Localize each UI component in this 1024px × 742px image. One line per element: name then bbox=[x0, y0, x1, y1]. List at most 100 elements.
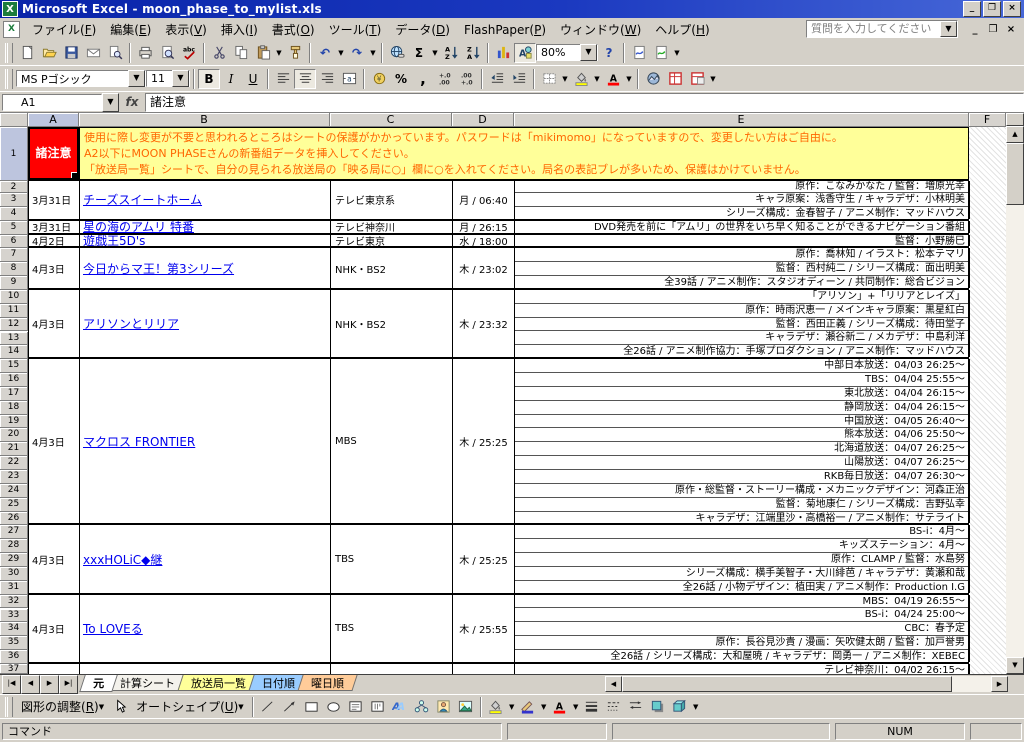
row-header-2[interactable]: 2 bbox=[0, 181, 28, 193]
cell-detail-row-34[interactable]: CBC：春予定 bbox=[515, 622, 968, 636]
row-header-24[interactable]: 24 bbox=[0, 484, 28, 498]
borders-dropdown-icon[interactable]: ▼ bbox=[560, 69, 570, 89]
cell-detail-row-13[interactable]: キャラデザ：瀬谷新二 / メカデザ：中島利洋 bbox=[515, 331, 968, 345]
currency-button[interactable]: ¥ bbox=[368, 69, 390, 89]
3d-style-button[interactable] bbox=[669, 697, 691, 717]
vertical-text-box-button[interactable] bbox=[367, 697, 389, 717]
draw-menu-button[interactable]: 図形の調整(R) ▼ bbox=[16, 697, 109, 717]
undo-button[interactable]: ↶ bbox=[314, 43, 336, 63]
cell-detail-row-28[interactable]: キッズステーション：4月～ bbox=[515, 539, 968, 553]
comma-button[interactable]: , bbox=[412, 69, 434, 89]
arrow-button[interactable] bbox=[279, 697, 301, 717]
toolbar-options-icon[interactable]: ▼ bbox=[691, 697, 701, 717]
open-button[interactable] bbox=[38, 43, 60, 63]
column-header-F[interactable]: F bbox=[969, 113, 1006, 127]
font-color-dropdown-icon[interactable]: ▼ bbox=[571, 697, 581, 717]
align-right-button[interactable] bbox=[316, 69, 338, 89]
fill-color-dropdown-icon[interactable]: ▼ bbox=[507, 697, 517, 717]
program-title-link[interactable]: アリソンとリリア bbox=[80, 315, 179, 332]
row-header-12[interactable]: 12 bbox=[0, 318, 28, 332]
cell-detail-row-9[interactable]: 全39話 / アニメ制作：スタジオディーン / 共同制作：総合ビジョン bbox=[515, 276, 968, 288]
cell-program-title[interactable]: xxxHOLiC◆継 bbox=[80, 525, 331, 592]
cell-detail-row-4[interactable]: シリーズ構成：金春智子 / アニメ制作：マッドハウス bbox=[515, 207, 968, 219]
row-header-33[interactable]: 33 bbox=[0, 609, 28, 623]
select-all-corner[interactable] bbox=[0, 113, 28, 127]
toolbar-grip[interactable] bbox=[5, 43, 13, 63]
cell-detail-row-2[interactable]: 原作：こなみかなた / 監督：増原光幸 bbox=[515, 181, 968, 193]
arrow-style-button[interactable] bbox=[625, 697, 647, 717]
program-title-link[interactable]: 今日からマ王！第3シリーズ bbox=[80, 260, 234, 277]
zoom-combo-dropdown-icon[interactable]: ▼ bbox=[580, 44, 597, 61]
drawing-button[interactable]: A bbox=[514, 43, 536, 63]
autosum-button[interactable]: Σ bbox=[408, 43, 430, 63]
merge-center-button[interactable]: a bbox=[338, 69, 360, 89]
cell-start-date[interactable]: 4月3日 bbox=[29, 359, 80, 523]
autosum-dropdown-icon[interactable]: ▼ bbox=[430, 43, 440, 63]
select-pointer-button[interactable] bbox=[109, 697, 131, 717]
program-title-link[interactable]: To LOVEる bbox=[80, 620, 143, 637]
cell-channel[interactable]: NHK・BS2 bbox=[331, 248, 453, 288]
oval-button[interactable] bbox=[323, 697, 345, 717]
cell-start-date[interactable]: 4月2日 bbox=[29, 235, 80, 247]
line-color-dropdown-icon[interactable]: ▼ bbox=[539, 697, 549, 717]
cell-detail-row-10[interactable]: 「アリソン」+「リリアとレイズ」 bbox=[515, 290, 968, 304]
insert-diagram-button[interactable] bbox=[411, 697, 433, 717]
decrease-indent-button[interactable] bbox=[486, 69, 508, 89]
percent-button[interactable]: % bbox=[390, 69, 412, 89]
cell-detail-row-30[interactable]: シリーズ構成：横手美智子・大川緋芭 / キャラデザ：黄瀬和哉 bbox=[515, 567, 968, 581]
row-header-27[interactable]: 27 bbox=[0, 525, 28, 539]
row-header-23[interactable]: 23 bbox=[0, 470, 28, 484]
cell-start-date[interactable]: 4月3日 bbox=[29, 248, 80, 288]
fill-color-dropdown-icon[interactable]: ▼ bbox=[592, 69, 602, 89]
cell-day-time[interactable]: 木 / 23:02 bbox=[453, 248, 515, 288]
fill-handle[interactable] bbox=[71, 172, 78, 179]
cell-detail-row-35[interactable]: 原作：長谷見沙貴 / 漫画：矢吹健太朗 / 監督：加戸誉男 bbox=[515, 636, 968, 650]
cell-day-time[interactable]: 月 / 06:40 bbox=[453, 181, 515, 219]
program-title-link[interactable]: マクロス FRONTIER bbox=[80, 433, 195, 450]
font-name-combo[interactable]: MS Pゴシック▼ bbox=[16, 70, 146, 87]
search-button[interactable] bbox=[104, 43, 126, 63]
prev-sheet-button[interactable]: ◀ bbox=[21, 675, 40, 694]
cell-detail-row-12[interactable]: 監督：西田正義 / シリーズ構成：待田堂子 bbox=[515, 318, 968, 332]
cell-program-title[interactable]: チーズスイートホーム bbox=[80, 181, 331, 219]
bold-button[interactable]: B bbox=[198, 69, 220, 89]
row-header-19[interactable]: 19 bbox=[0, 415, 28, 429]
help-button[interactable]: ? bbox=[598, 43, 620, 63]
mail-button[interactable] bbox=[82, 43, 104, 63]
cell-channel[interactable]: MBS bbox=[331, 359, 453, 523]
minimize-button[interactable]: _ bbox=[963, 1, 981, 17]
cell-detail-row-15[interactable]: 中部日本放送：04/03 26:25～ bbox=[515, 359, 968, 373]
cell-detail-row-26[interactable]: キャラデザ：江端里沙・高橋裕一 / アニメ制作：サテライト bbox=[515, 512, 968, 524]
row-header-6[interactable]: 6 bbox=[0, 235, 28, 249]
menu-item-8[interactable]: ウィンドウ(W) bbox=[553, 20, 648, 40]
last-sheet-button[interactable]: ▶| bbox=[59, 675, 78, 694]
cell-detail-row-33[interactable]: BS-i：04/24 25:00～ bbox=[515, 608, 968, 622]
align-center-button[interactable] bbox=[294, 69, 316, 89]
toolbar-options-icon[interactable]: ▼ bbox=[672, 43, 682, 63]
sheet-tab-5[interactable]: 曜日順 bbox=[297, 675, 357, 691]
menu-item-1[interactable]: 編集(E) bbox=[103, 20, 158, 40]
cell-detail-row-7[interactable]: 原作：喬林知 / イラスト：松本テマリ bbox=[515, 248, 968, 262]
cell-channel[interactable] bbox=[331, 664, 453, 674]
question-input[interactable]: 質問を入力してください ▼ bbox=[806, 20, 958, 38]
save-button[interactable] bbox=[60, 43, 82, 63]
toolbar-grip[interactable] bbox=[5, 69, 13, 89]
toolbar-options-icon[interactable]: ▼ bbox=[708, 69, 718, 89]
cell-detail-row-24[interactable]: 原作・総監督・ストーリー構成・メカニックデザイン：河森正治 bbox=[515, 484, 968, 498]
column-header-E[interactable]: E bbox=[514, 113, 969, 127]
flashpaper-table-2-button[interactable] bbox=[686, 69, 708, 89]
menu-item-6[interactable]: データ(D) bbox=[388, 20, 457, 40]
italic-button[interactable]: I bbox=[220, 69, 242, 89]
flashpaper-doc-1-button[interactable] bbox=[628, 43, 650, 63]
row-header-35[interactable]: 35 bbox=[0, 636, 28, 650]
font-size-combo-dropdown-icon[interactable]: ▼ bbox=[172, 70, 189, 87]
cell-detail-row-21[interactable]: 北海道放送：04/07 26:25～ bbox=[515, 442, 968, 456]
column-header-C[interactable]: C bbox=[330, 113, 452, 127]
program-title-link[interactable]: 星の海のアムリ 特番 bbox=[80, 221, 194, 233]
borders-button[interactable] bbox=[538, 69, 560, 89]
row-header-8[interactable]: 8 bbox=[0, 262, 28, 276]
program-title-link[interactable]: xxxHOLiC◆継 bbox=[80, 551, 162, 568]
row-header-18[interactable]: 18 bbox=[0, 401, 28, 415]
flashpaper-globe-button[interactable] bbox=[642, 69, 664, 89]
scroll-up-icon[interactable]: ▲ bbox=[1006, 126, 1024, 143]
